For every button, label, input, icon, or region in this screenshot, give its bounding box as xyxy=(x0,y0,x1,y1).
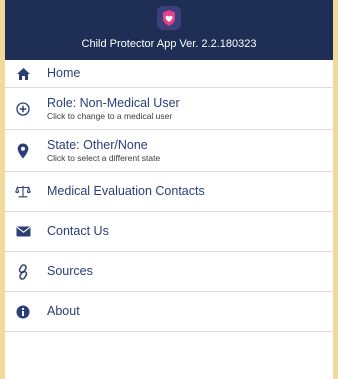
menu-item-label: Sources xyxy=(47,264,93,278)
menu-item-home[interactable]: Home xyxy=(5,60,333,88)
menu-item-state[interactable]: State: Other/None Click to select a diff… xyxy=(5,130,333,172)
side-menu: Home Role: Non-Medical User Click to cha… xyxy=(5,60,333,332)
menu-item-label: About xyxy=(47,304,80,318)
info-icon xyxy=(15,304,31,320)
link-icon xyxy=(15,263,31,280)
app-window: Child Protector App Ver. 2.2.180323 Home… xyxy=(0,0,338,379)
menu-item-subtitle: Click to change to a medical user xyxy=(47,110,173,121)
app-header: Child Protector App Ver. 2.2.180323 xyxy=(5,0,333,60)
menu-item-label: Home xyxy=(47,66,81,80)
app-version-title: Child Protector App Ver. 2.2.180323 xyxy=(81,38,257,50)
menu-item-label: Role: Non-Medical User xyxy=(47,95,180,110)
menu-item-sources[interactable]: Sources xyxy=(5,252,333,292)
menu-item-medical-evaluation-contacts[interactable]: Medical Evaluation Contacts xyxy=(5,172,333,212)
menu-item-contact-us[interactable]: Contact Us xyxy=(5,212,333,252)
plus-circle-icon xyxy=(15,101,31,117)
home-icon xyxy=(15,66,31,82)
menu-item-subtitle: Click to select a different state xyxy=(47,152,161,163)
menu-item-role[interactable]: Role: Non-Medical User Click to change t… xyxy=(5,88,333,130)
menu-item-about[interactable]: About xyxy=(5,292,333,332)
scales-icon xyxy=(15,184,31,200)
menu-item-label: Contact Us xyxy=(47,224,109,238)
map-pin-icon xyxy=(15,143,31,159)
menu-item-label: State: Other/None xyxy=(47,137,148,152)
shield-heart-icon xyxy=(157,6,181,30)
menu-item-label: Medical Evaluation Contacts xyxy=(47,184,205,198)
envelope-icon xyxy=(15,224,31,240)
